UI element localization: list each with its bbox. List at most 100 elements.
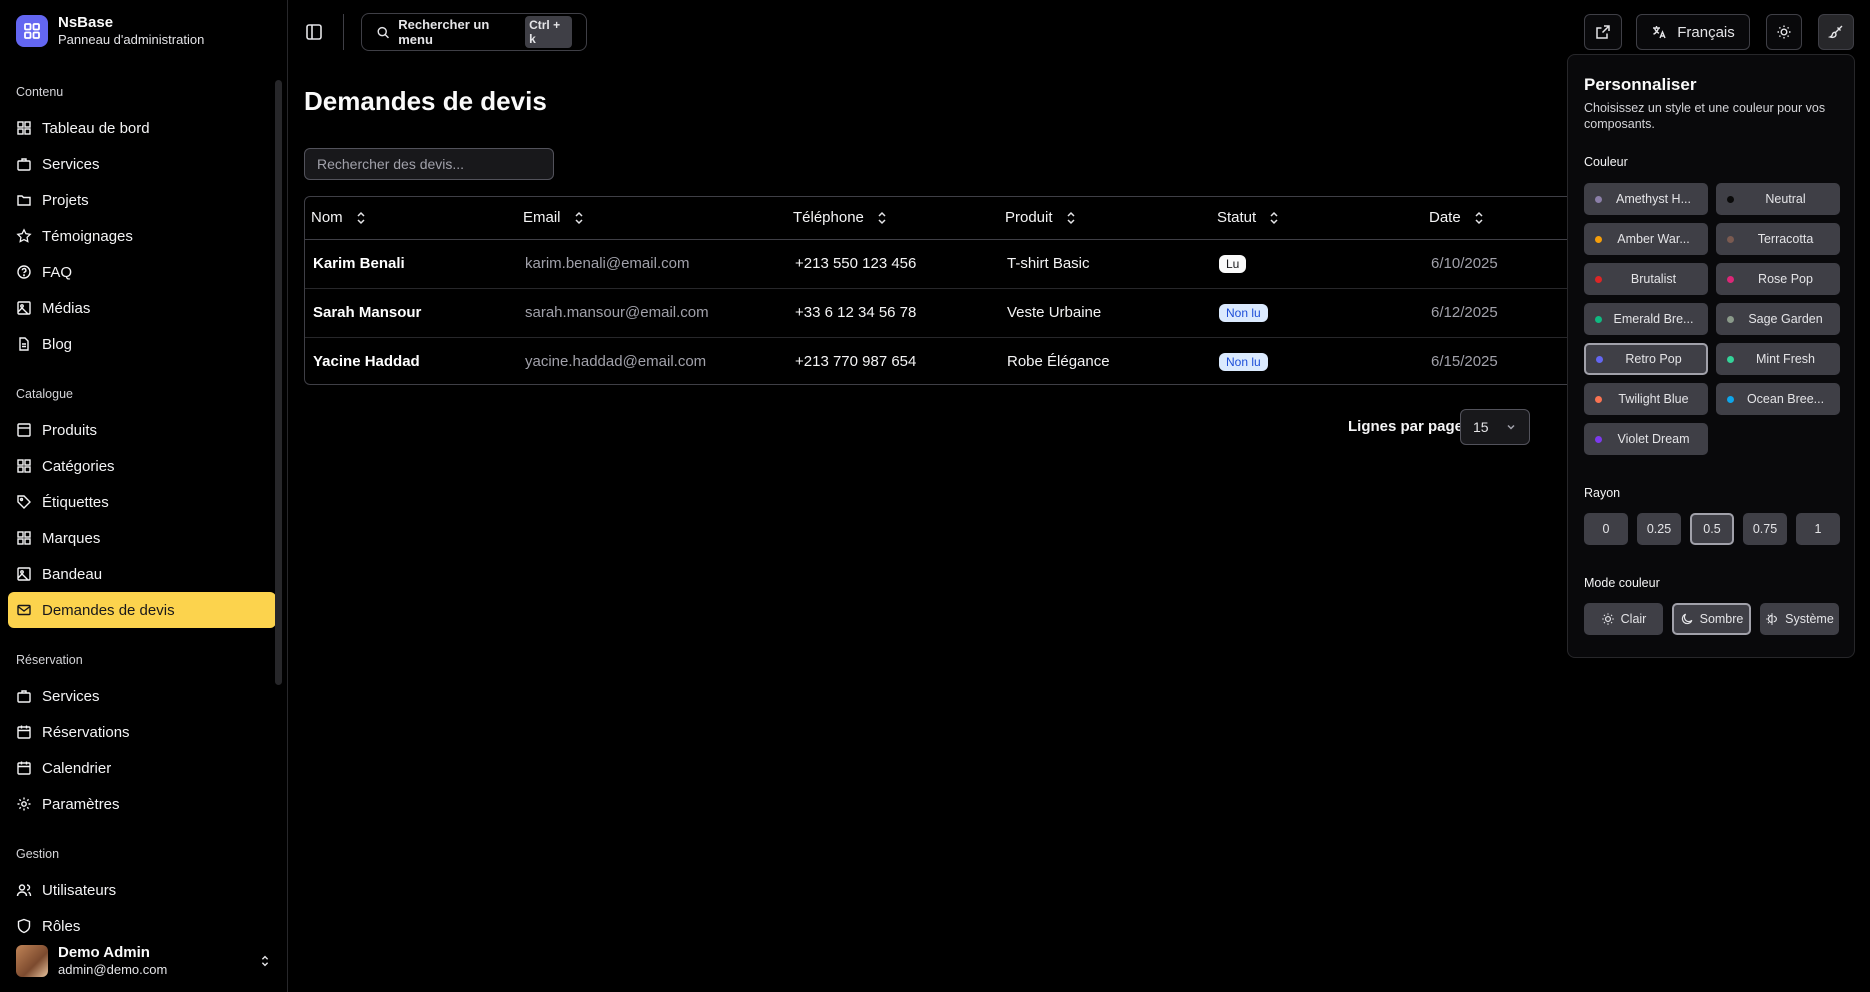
sidebar-item-calendar[interactable]: Calendrier bbox=[8, 750, 276, 786]
brand-title: NsBase bbox=[58, 14, 114, 31]
rows-per-page-select[interactable]: 15 bbox=[1460, 409, 1530, 445]
color-option-label: Sage Garden bbox=[1748, 312, 1823, 326]
color-swatch-dot bbox=[1595, 275, 1602, 283]
status-badge: Lu bbox=[1219, 254, 1247, 273]
mode-system-button[interactable]: Système bbox=[1760, 603, 1839, 635]
cell-status: Non lu bbox=[1211, 288, 1423, 338]
sidebar-toggle-button[interactable] bbox=[302, 20, 326, 44]
nav-group-label: Réservation bbox=[16, 653, 83, 667]
cell-phone: +213 770 987 654 bbox=[795, 353, 917, 371]
cell-product: Robe Élégance bbox=[1007, 353, 1110, 371]
sidebar-item-banner[interactable]: Bandeau bbox=[8, 556, 276, 592]
grid-icon bbox=[17, 531, 31, 545]
color-option-button[interactable]: Mint Fresh bbox=[1716, 343, 1840, 375]
radius-option-button[interactable]: 1 bbox=[1796, 513, 1840, 545]
sidebar-item-products[interactable]: Produits bbox=[8, 412, 276, 448]
color-option-label: Emerald Bre... bbox=[1613, 312, 1694, 326]
customize-button[interactable] bbox=[1818, 14, 1854, 50]
table-row[interactable]: Yacine Haddad yacine.haddad@email.com +2… bbox=[305, 337, 1593, 384]
cell-name: Yacine Haddad bbox=[313, 353, 420, 371]
sidebar-item-media[interactable]: Médias bbox=[8, 290, 276, 326]
column-header-status[interactable]: Statut bbox=[1211, 197, 1423, 240]
open-site-button[interactable] bbox=[1584, 14, 1622, 50]
sidebar-item-testimonials[interactable]: Témoignages bbox=[8, 218, 276, 254]
sidebar-item-label: Produits bbox=[42, 421, 98, 439]
color-option-button[interactable]: Neutral bbox=[1716, 183, 1840, 215]
column-header-label: Nom bbox=[311, 209, 343, 227]
color-option-button[interactable]: Emerald Bre... bbox=[1584, 303, 1708, 335]
sidebar-item-quote-requests[interactable]: Demandes de devis bbox=[8, 592, 276, 628]
mode-dark-button[interactable]: Sombre bbox=[1672, 603, 1751, 635]
sidebar-item-settings[interactable]: Paramètres bbox=[8, 786, 276, 822]
menu-search-button[interactable]: Rechercher un menu Ctrl + k bbox=[361, 13, 587, 51]
column-header-name[interactable]: Nom bbox=[305, 197, 517, 240]
user-name: Demo Admin bbox=[58, 944, 150, 961]
user-menu[interactable]: Demo Admin admin@demo.com bbox=[16, 942, 272, 980]
chevron-down-icon bbox=[1507, 424, 1515, 430]
sidebar-item-blog[interactable]: Blog bbox=[8, 326, 276, 362]
color-option-label: Brutalist bbox=[1630, 272, 1677, 286]
column-header-phone[interactable]: Téléphone bbox=[787, 197, 999, 240]
table-row[interactable]: Sarah Mansour sarah.mansour@email.com +3… bbox=[305, 288, 1593, 338]
sidebar-item-services[interactable]: Services bbox=[8, 146, 276, 182]
color-option-button[interactable]: Sage Garden bbox=[1716, 303, 1840, 335]
color-option-button[interactable]: Terracotta bbox=[1716, 223, 1840, 255]
sidebar-item-categories[interactable]: Catégories bbox=[8, 448, 276, 484]
mode-section-label: Mode couleur bbox=[1584, 576, 1660, 590]
color-swatch-dot bbox=[1727, 195, 1734, 203]
radius-option-button[interactable]: 0.75 bbox=[1743, 513, 1787, 545]
cell-email: yacine.haddad@email.com bbox=[525, 353, 707, 371]
color-option-button[interactable]: Rose Pop bbox=[1716, 263, 1840, 295]
color-option-label: Ocean Bree... bbox=[1746, 392, 1825, 406]
color-option-label: Amber War... bbox=[1617, 232, 1690, 246]
page-title: Demandes de devis bbox=[304, 86, 547, 116]
color-option-button[interactable]: Amethyst H... bbox=[1584, 183, 1708, 215]
color-option-button[interactable]: Violet Dream bbox=[1584, 423, 1708, 455]
sidebar-item-booking-services[interactable]: Services bbox=[8, 678, 276, 714]
sidebar-item-roles[interactable]: Rôles bbox=[8, 908, 276, 940]
sidebar-item-faq[interactable]: FAQ bbox=[8, 254, 276, 290]
language-button[interactable]: Français bbox=[1636, 14, 1750, 50]
cell-product: Veste Urbaine bbox=[999, 288, 1211, 338]
color-option-label: Twilight Blue bbox=[1618, 392, 1689, 406]
sidebar-item-dashboard[interactable]: Tableau de bord bbox=[8, 110, 276, 146]
sidebar-item-label: FAQ bbox=[42, 263, 73, 281]
radius-option-button[interactable]: 0.5 bbox=[1690, 513, 1734, 545]
color-option-button[interactable]: Amber War... bbox=[1584, 223, 1708, 255]
theme-toggle-button[interactable] bbox=[1766, 14, 1802, 50]
tag-icon bbox=[17, 495, 31, 509]
nav-group-gestion: Gestion Utilisateurs Rôles bbox=[8, 836, 276, 940]
calendar-icon bbox=[17, 725, 31, 739]
external-link-icon bbox=[1596, 25, 1610, 39]
radius-option-button[interactable]: 0 bbox=[1584, 513, 1628, 545]
column-header-email[interactable]: Email bbox=[517, 197, 787, 240]
brand[interactable]: NsBase Panneau d'administration bbox=[16, 14, 204, 48]
mode-light-button[interactable]: Clair bbox=[1584, 603, 1663, 635]
nav-group-label: Catalogue bbox=[16, 387, 73, 401]
radius-option-button[interactable]: 0.25 bbox=[1637, 513, 1681, 545]
box-icon bbox=[17, 423, 31, 437]
sidebar-item-reservations[interactable]: Réservations bbox=[8, 714, 276, 750]
column-header-product[interactable]: Produit bbox=[999, 197, 1211, 240]
rows-per-page-label: Lignes par page bbox=[1348, 418, 1464, 435]
sidebar-item-users[interactable]: Utilisateurs bbox=[8, 872, 276, 908]
cell-status: Non lu bbox=[1211, 337, 1423, 384]
sidebar-item-label: Étiquettes bbox=[42, 493, 109, 511]
cell-status: Lu bbox=[1211, 239, 1423, 289]
sidebar-item-tags[interactable]: Étiquettes bbox=[8, 484, 276, 520]
color-swatch-dot bbox=[1727, 235, 1734, 243]
color-option-button[interactable]: Brutalist bbox=[1584, 263, 1708, 295]
color-option-button[interactable]: Retro Pop bbox=[1584, 343, 1708, 375]
sidebar-item-label: Témoignages bbox=[42, 227, 133, 245]
color-swatch-dot bbox=[1596, 355, 1603, 363]
sidebar-scrollbar[interactable] bbox=[275, 80, 282, 685]
sidebar-item-label: Tableau de bord bbox=[42, 119, 150, 137]
sidebar-item-brands[interactable]: Marques bbox=[8, 520, 276, 556]
table-row[interactable]: Karim Benali karim.benali@email.com +213… bbox=[305, 239, 1593, 289]
sidebar-item-label: Réservations bbox=[42, 723, 130, 741]
color-option-button[interactable]: Ocean Bree... bbox=[1716, 383, 1840, 415]
briefcase-icon bbox=[17, 158, 31, 171]
quote-search-input[interactable] bbox=[304, 148, 554, 180]
color-option-button[interactable]: Twilight Blue bbox=[1584, 383, 1708, 415]
sidebar-item-projects[interactable]: Projets bbox=[8, 182, 276, 218]
